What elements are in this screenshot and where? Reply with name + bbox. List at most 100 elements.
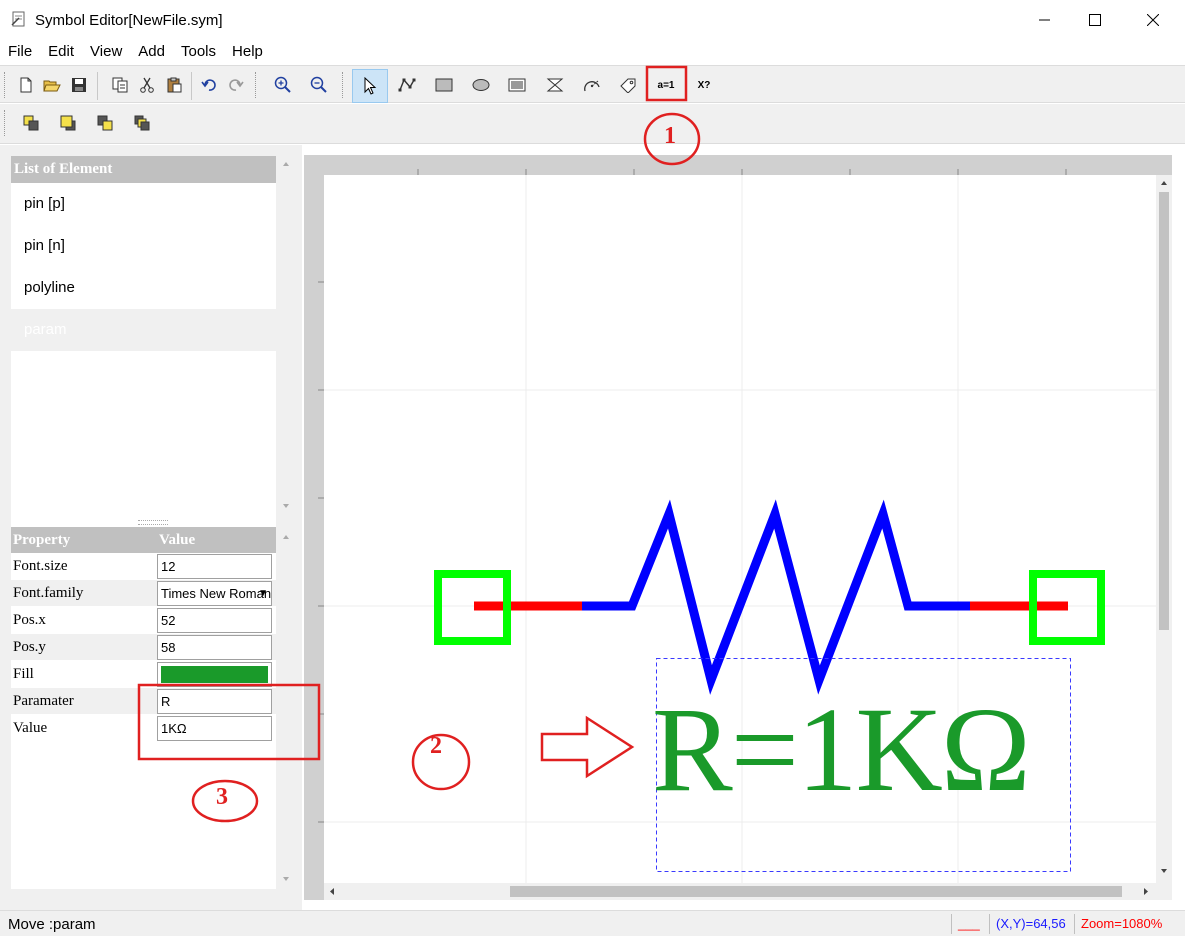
pos-x-field[interactable]: 52 [157,608,272,633]
rectangle-tool-button[interactable] [429,70,459,100]
drawing-area: R=1KΩ [304,155,1172,900]
scroll-arrows-icon [330,886,1148,897]
property-grid-scrollbar[interactable] [278,527,294,889]
zoom-out-icon [310,76,327,93]
arc-icon [584,80,600,92]
open-file-button[interactable] [37,70,67,100]
save-button[interactable] [64,70,94,100]
menu-edit[interactable]: Edit [40,40,82,64]
value-column-header: Value [159,532,196,548]
property-grid-header: Property Value [11,527,276,553]
cut-icon [140,77,154,93]
canvas-horizontal-scrollbar[interactable] [324,883,1172,900]
list-item[interactable]: pin [n] [11,225,276,267]
menu-help[interactable]: Help [224,40,271,64]
status-bar: Move :param ___ (X,Y)=64,56 Zoom=1080% [0,910,1185,936]
property-name: Font.family [13,585,84,601]
scroll-arrows-icon [1159,181,1169,873]
pos-y-field[interactable]: 58 [157,635,272,660]
tag-icon [620,78,636,93]
toolbar-separator [97,72,98,100]
panel-splitter[interactable] [138,520,168,525]
maximize-button[interactable] [1066,0,1124,40]
send-backward-icon [134,115,150,131]
property-name: Pos.y [13,639,46,655]
property-row: Pos.y 58 [11,634,276,661]
toolbar-grip[interactable] [255,72,258,98]
arc-tool-button[interactable] [577,70,607,100]
property-row: Value 1KΩ [11,715,276,742]
ruler-ticks-icon [318,281,324,823]
bring-forward-button[interactable] [90,108,120,138]
font-size-field[interactable]: 12 [157,554,272,579]
redo-icon [229,79,244,91]
element-list-header: List of Element [11,156,276,183]
property-name: Fill [13,666,34,682]
horizontal-ruler [324,155,1172,175]
scroll-arrows-icon [283,162,289,508]
close-icon [1147,14,1159,26]
toolbar-separator [191,72,192,100]
send-to-back-icon [60,115,76,131]
close-button[interactable] [1124,0,1182,40]
status-message: Move :param [8,916,96,933]
property-row: Fill [11,661,276,688]
property-name: Font.size [13,558,68,574]
menu-view[interactable]: View [82,40,130,64]
select-tool-button[interactable] [352,69,388,103]
dropdown-arrow-icon: ▼ [258,588,268,599]
coordinates-readout: (X,Y)=64,56 [989,914,1072,934]
copy-button[interactable] [105,70,135,100]
label-tool-button[interactable] [613,70,643,100]
element-list-scrollbar[interactable] [278,156,294,516]
bring-to-front-button[interactable] [16,108,46,138]
fill-color-picker[interactable] [157,662,272,687]
zoom-readout: Zoom=1080% [1074,914,1168,934]
toolbar-grip[interactable] [4,110,7,136]
param-tool-button[interactable]: a=1 [651,70,681,100]
toolbar-grip[interactable] [4,72,7,98]
undo-button[interactable] [194,70,224,100]
ellipse-tool-button[interactable] [466,70,496,100]
property-row: Paramater R [11,688,276,715]
menu-add[interactable]: Add [130,40,173,64]
polyline-zigzag [582,499,970,695]
toolbar-grip[interactable] [342,72,345,98]
menu-tools[interactable]: Tools [173,40,224,64]
property-row: Pos.x 52 [11,607,276,634]
send-to-back-button[interactable] [53,108,83,138]
triangle-tool-button[interactable] [540,70,570,100]
minimize-icon [1039,19,1050,21]
send-backward-button[interactable] [127,108,157,138]
rectangle-icon [435,78,453,92]
polyline-tool-button[interactable] [392,70,422,100]
font-family-select[interactable]: Times New Roman ▼ [157,581,272,606]
pointer-icon [364,77,377,95]
parameter-field[interactable]: R [157,689,272,714]
value-field[interactable]: 1KΩ [157,716,272,741]
arrange-toolbar [0,104,1185,144]
list-item[interactable]: polyline [11,267,276,309]
param-text[interactable]: R=1KΩ [652,685,1072,815]
redo-button[interactable] [221,70,251,100]
zoom-out-button[interactable] [304,70,334,100]
property-grid: Property Value Font.size 12 Font.family … [11,527,276,889]
copy-icon [112,77,128,93]
menu-bar: File Edit View Add Tools Help [0,40,1185,64]
property-name: Value [13,720,48,736]
zoom-in-button[interactable] [268,70,298,100]
line-style-sample: ___ [951,914,986,934]
cut-button[interactable] [132,70,162,100]
symbol-canvas[interactable]: R=1KΩ [324,175,1156,883]
list-item[interactable]: pin [p] [11,183,276,225]
vertical-ruler [304,175,324,900]
property-name: Paramater [13,693,74,709]
subscript-tool-button[interactable]: X? [689,70,719,100]
canvas-vertical-scrollbar[interactable] [1156,175,1172,885]
zoom-in-icon [274,76,291,93]
paste-button[interactable] [159,70,189,100]
image-tool-button[interactable] [502,70,532,100]
hourglass-icon [546,78,564,92]
menu-file[interactable]: File [0,40,40,64]
list-item-selected[interactable]: param [11,309,276,351]
